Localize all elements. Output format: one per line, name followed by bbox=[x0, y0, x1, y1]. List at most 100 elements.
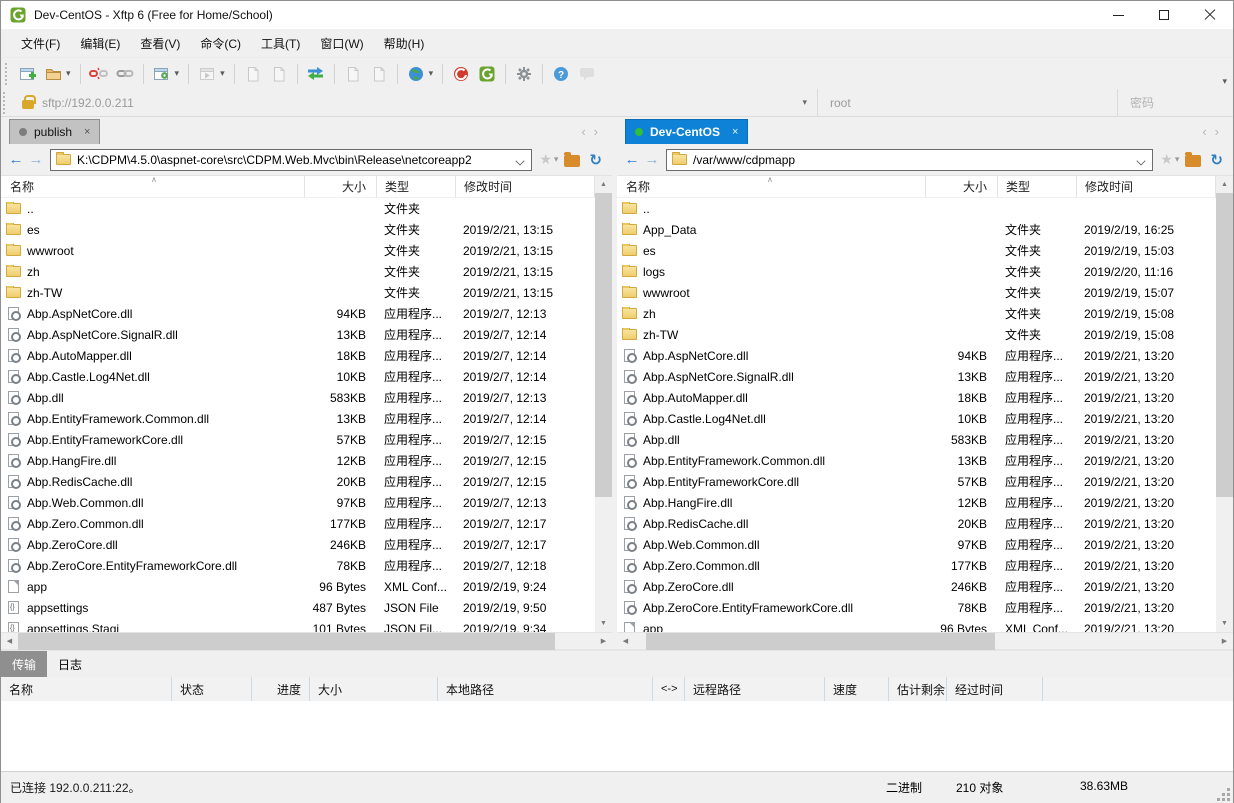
local-horizontal-scrollbar[interactable]: ◀ ▶ bbox=[1, 632, 612, 650]
web-icon[interactable] bbox=[404, 62, 428, 86]
column-speed[interactable]: 速度 bbox=[824, 677, 888, 701]
quickbar-grip[interactable] bbox=[3, 91, 8, 114]
column-modified[interactable]: 修改时间 bbox=[1076, 176, 1216, 197]
file-row[interactable]: Abp.RedisCache.dll 20KB 应用程序... 2019/2/21, … bbox=[617, 513, 1216, 534]
column-name[interactable]: 名称 bbox=[1, 677, 171, 701]
favorites-icon[interactable]: ★ bbox=[1160, 151, 1173, 168]
favorites-dropdown-icon[interactable]: ▾ bbox=[554, 154, 559, 165]
feedback-icon[interactable] bbox=[575, 62, 599, 86]
local-vertical-scrollbar[interactable]: ▲ ▼ bbox=[595, 176, 612, 632]
file-row[interactable]: appsettings.Stagi 101 Bytes JSON Fil... 201… bbox=[1, 618, 595, 632]
file-row[interactable]: zh 文件夹 2019/2/19, 15:08 bbox=[617, 303, 1216, 324]
back-icon[interactable]: ← bbox=[622, 151, 642, 168]
scroll-down-icon[interactable]: ▼ bbox=[595, 615, 612, 632]
file-row[interactable]: wwwroot 文件夹 2019/2/21, 13:15 bbox=[1, 240, 595, 261]
file-row[interactable]: Abp.ZeroCore.EntityFrameworkCore.dll 78KB… bbox=[617, 597, 1216, 618]
run-dropdown-icon[interactable]: ▾ bbox=[220, 68, 225, 79]
column-size[interactable]: 大小 bbox=[925, 176, 997, 197]
file-row[interactable]: zh-TW 文件夹 2019/2/19, 15:08 bbox=[617, 324, 1216, 345]
scroll-left-icon[interactable]: ◀ bbox=[617, 633, 634, 650]
file-row[interactable]: es 文件夹 2019/2/21, 13:15 bbox=[1, 219, 595, 240]
xftp-icon[interactable] bbox=[475, 62, 499, 86]
column-size[interactable]: 大小 bbox=[304, 176, 376, 197]
file-row[interactable]: Abp.ZeroCore.dll 246KB 应用程序... 2019/2/7, 12… bbox=[1, 534, 595, 555]
column-progress[interactable]: 进度 bbox=[251, 677, 309, 701]
open-folder-dropdown-icon[interactable]: ▾ bbox=[66, 68, 71, 79]
resize-grip[interactable] bbox=[1227, 798, 1230, 801]
web-dropdown-icon[interactable]: ▾ bbox=[429, 68, 434, 79]
refresh-icon[interactable]: ↻ bbox=[589, 151, 602, 169]
column-modified[interactable]: 修改时间 bbox=[455, 176, 595, 197]
column-local-path[interactable]: 本地路径 bbox=[437, 677, 652, 701]
file-row[interactable]: Abp.EntityFrameworkCore.dll 57KB 应用程序... 20… bbox=[617, 471, 1216, 492]
menu-view[interactable]: 查看(V) bbox=[130, 30, 190, 57]
file-row[interactable]: app 96 Bytes XML Conf... 2019/2/19, 9:24 bbox=[1, 576, 595, 597]
file-row[interactable]: Abp.Zero.Common.dll 177KB 应用程序... 2019/2/21… bbox=[617, 555, 1216, 576]
close-button[interactable] bbox=[1187, 1, 1233, 29]
toolbar-overflow-icon[interactable]: ▾ bbox=[1222, 76, 1227, 87]
maximize-button[interactable] bbox=[1141, 1, 1187, 29]
menu-tools[interactable]: 工具(T) bbox=[251, 30, 310, 57]
column-type[interactable]: 类型 bbox=[997, 176, 1076, 197]
download-icon[interactable] bbox=[267, 62, 291, 86]
tab-scroll-arrows[interactable]: ‹› bbox=[581, 124, 606, 139]
file-row[interactable]: app 96 Bytes XML Conf... 2019/2/21, 13:20 bbox=[617, 618, 1216, 632]
toolbar-grip[interactable] bbox=[5, 62, 10, 85]
file-row[interactable]: Abp.ZeroCore.EntityFrameworkCore.dll 78KB… bbox=[1, 555, 595, 576]
file-row[interactable]: zh-TW 文件夹 2019/2/21, 13:15 bbox=[1, 282, 595, 303]
help-icon[interactable]: ? bbox=[549, 62, 573, 86]
transfer-mode-icon[interactable] bbox=[304, 62, 328, 86]
refresh-icon[interactable]: ↻ bbox=[1210, 151, 1223, 169]
tab-transfer[interactable]: 传输 bbox=[1, 651, 48, 677]
file-row[interactable]: wwwroot 文件夹 2019/2/19, 15:07 bbox=[617, 282, 1216, 303]
column-size[interactable]: 大小 bbox=[309, 677, 437, 701]
scroll-left-icon[interactable]: ◀ bbox=[1, 633, 18, 650]
remote-path-combo[interactable]: /var/www/cdpmapp bbox=[666, 148, 1154, 171]
scroll-right-icon[interactable]: ▶ bbox=[595, 633, 612, 650]
scroll-down-icon[interactable]: ▼ bbox=[1216, 615, 1233, 632]
file-row[interactable]: App_Data 文件夹 2019/2/19, 16:25 bbox=[617, 219, 1216, 240]
username-input[interactable]: root bbox=[817, 88, 1117, 117]
home-directory-icon[interactable] bbox=[564, 151, 581, 167]
forward-icon[interactable]: → bbox=[26, 151, 46, 168]
file-row[interactable]: Abp.HangFire.dll 12KB 应用程序... 2019/2/21, 13… bbox=[617, 492, 1216, 513]
column-status[interactable]: 状态 bbox=[171, 677, 251, 701]
file-row[interactable]: Abp.Web.Common.dll 97KB 应用程序... 2019/2/21, … bbox=[617, 534, 1216, 555]
menu-edit[interactable]: 编辑(E) bbox=[70, 30, 130, 57]
back-icon[interactable]: ← bbox=[6, 151, 26, 168]
tab-close-icon[interactable]: × bbox=[732, 126, 738, 138]
file-row[interactable]: zh 文件夹 2019/2/21, 13:15 bbox=[1, 261, 595, 282]
tab-dev-centos[interactable]: Dev-CentOS × bbox=[625, 119, 749, 144]
copy-icon[interactable] bbox=[341, 62, 365, 86]
file-row[interactable]: Abp.Castle.Log4Net.dll 10KB 应用程序... 2019/2/… bbox=[1, 366, 595, 387]
favorites-dropdown-icon[interactable]: ▾ bbox=[1175, 154, 1180, 165]
file-row[interactable]: Abp.Castle.Log4Net.dll 10KB 应用程序... 2019/2/… bbox=[617, 408, 1216, 429]
file-row[interactable]: .. 文件夹 bbox=[1, 198, 595, 219]
scroll-thumb[interactable] bbox=[645, 632, 995, 650]
remote-horizontal-scrollbar[interactable]: ◀ ▶ bbox=[617, 632, 1233, 650]
file-row[interactable]: Abp.AspNetCore.SignalR.dll 13KB 应用程序... 201… bbox=[1, 324, 595, 345]
password-input[interactable]: 密码 bbox=[1117, 88, 1233, 117]
file-row[interactable]: Abp.Zero.Common.dll 177KB 应用程序... 2019/2/7,… bbox=[1, 513, 595, 534]
menu-window[interactable]: 窗口(W) bbox=[310, 30, 373, 57]
column-remote-path[interactable]: 远程路径 bbox=[684, 677, 824, 701]
column-eta[interactable]: 估计剩余... bbox=[888, 677, 946, 701]
file-row[interactable]: Abp.RedisCache.dll 20KB 应用程序... 2019/2/7, 1… bbox=[1, 471, 595, 492]
settings-icon[interactable] bbox=[512, 62, 536, 86]
session-properties-dropdown-icon[interactable]: ▾ bbox=[175, 68, 180, 79]
file-row[interactable]: Abp.AspNetCore.dll 94KB 应用程序... 2019/2/21, … bbox=[617, 345, 1216, 366]
column-elapsed[interactable]: 经过时间 bbox=[946, 677, 1042, 701]
menu-help[interactable]: 帮助(H) bbox=[374, 30, 435, 57]
session-properties-icon[interactable] bbox=[150, 62, 174, 86]
tab-log[interactable]: 日志 bbox=[47, 651, 93, 677]
scroll-up-icon[interactable]: ▲ bbox=[595, 176, 612, 193]
xshell-icon[interactable] bbox=[449, 62, 473, 86]
file-row[interactable]: Abp.HangFire.dll 12KB 应用程序... 2019/2/7, 12:… bbox=[1, 450, 595, 471]
reconnect-icon[interactable] bbox=[113, 62, 137, 86]
file-row[interactable]: Abp.ZeroCore.dll 246KB 应用程序... 2019/2/21, 1… bbox=[617, 576, 1216, 597]
file-row[interactable]: Abp.AspNetCore.SignalR.dll 13KB 应用程序... 201… bbox=[617, 366, 1216, 387]
paste-icon[interactable] bbox=[367, 62, 391, 86]
disconnect-icon[interactable] bbox=[87, 62, 111, 86]
upload-icon[interactable] bbox=[241, 62, 265, 86]
path-dropdown-icon[interactable] bbox=[1136, 155, 1146, 166]
